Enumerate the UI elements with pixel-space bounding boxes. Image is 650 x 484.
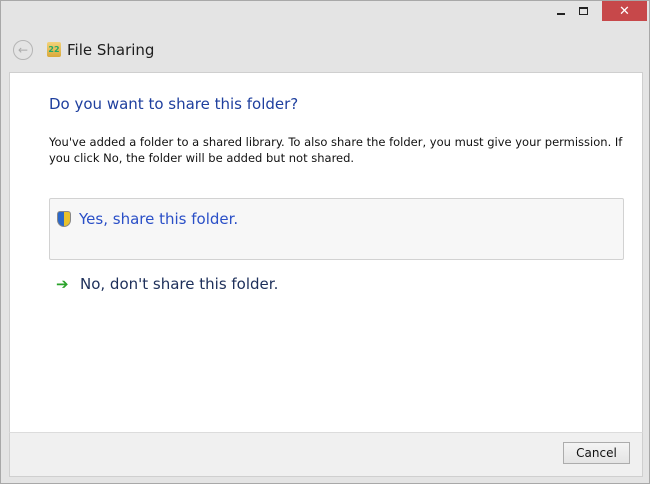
maximize-button[interactable] bbox=[571, 1, 595, 21]
dialog-window: ✕ ← 22 File Sharing Do you want to share… bbox=[0, 0, 650, 484]
minimize-button[interactable] bbox=[549, 1, 573, 21]
back-button[interactable]: ← bbox=[13, 40, 33, 60]
dialog-footer: Cancel bbox=[9, 432, 643, 477]
file-sharing-icon: 22 bbox=[47, 42, 61, 57]
yes-share-option[interactable]: Yes, share this folder. bbox=[49, 198, 624, 260]
window-title: File Sharing bbox=[67, 41, 155, 59]
dialog-description: You've added a folder to a shared librar… bbox=[49, 135, 623, 165]
no-share-option[interactable]: ➔ No, don't share this folder. bbox=[56, 273, 278, 295]
back-arrow-icon: ← bbox=[17, 43, 29, 57]
maximize-icon bbox=[578, 7, 588, 15]
green-arrow-icon: ➔ bbox=[56, 275, 69, 293]
close-icon: ✕ bbox=[619, 3, 630, 19]
cancel-button[interactable]: Cancel bbox=[563, 442, 630, 464]
close-button[interactable]: ✕ bbox=[602, 1, 647, 21]
yes-share-label: Yes, share this folder. bbox=[79, 210, 239, 228]
uac-shield-icon bbox=[57, 211, 71, 227]
dialog-heading: Do you want to share this folder? bbox=[49, 95, 299, 113]
minimize-icon bbox=[557, 13, 565, 15]
no-share-label: No, don't share this folder. bbox=[80, 275, 279, 293]
content-area: Do you want to share this folder? You've… bbox=[9, 72, 643, 432]
